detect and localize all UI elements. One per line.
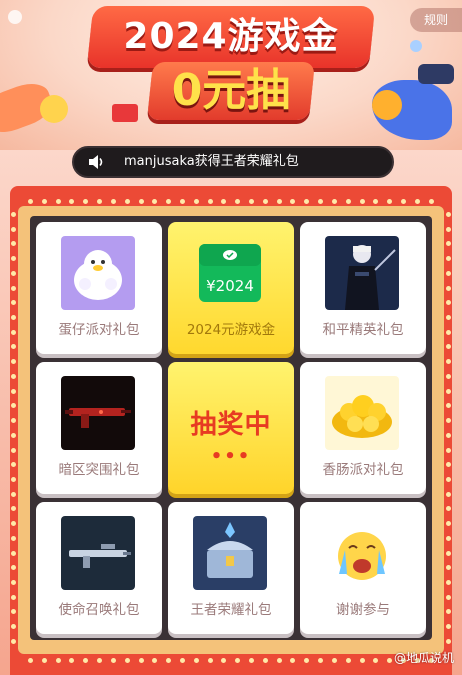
prize-label: 暗区突围礼包	[58, 462, 140, 478]
ticker-text: manjusaka获得王者荣耀礼包	[124, 154, 299, 169]
prize-grid: 蛋仔派对礼包 ¥2024 2024元游戏金 和平精英礼包 暗区突围礼包 抽奖中 …	[30, 216, 432, 640]
call-of-duty-weapon-icon	[61, 516, 135, 590]
sparkle-icon	[8, 10, 22, 24]
arena-breakout-rifle-icon	[61, 376, 135, 450]
winner-ticker: manjusaka获得王者荣耀礼包	[72, 146, 394, 178]
sausage-party-gold-icon	[325, 376, 399, 450]
header-banner: 2024游戏金 0元抽 规则	[0, 0, 462, 150]
frame-lights-right	[444, 206, 452, 650]
prize-label: 香肠派对礼包	[322, 462, 404, 478]
prize-label: 蛋仔派对礼包	[58, 322, 140, 338]
rules-button[interactable]: 规则	[410, 8, 462, 32]
prize-cell-honor-of-kings[interactable]: 王者荣耀礼包	[168, 502, 294, 634]
wechat-pay-card-icon: ¥2024	[193, 236, 267, 310]
prize-label: 和平精英礼包	[322, 322, 404, 338]
bubble-decoration-icon	[410, 40, 422, 52]
watermark: @地瓜说机	[393, 651, 454, 665]
prize-label: 使命召唤礼包	[58, 602, 140, 618]
loading-dots-icon: •••	[210, 446, 252, 467]
card-amount: ¥2024	[206, 277, 254, 295]
prize-cell-peace-elite[interactable]: 和平精英礼包	[300, 222, 426, 354]
gold-coin-decoration-icon	[372, 90, 402, 120]
prize-cell-call-of-duty[interactable]: 使命召唤礼包	[36, 502, 162, 634]
prize-label: 王者荣耀礼包	[190, 602, 272, 618]
red-envelope-icon	[112, 104, 138, 122]
prize-label: 谢谢参与	[336, 602, 390, 618]
draw-button[interactable]: 抽奖中 •••	[168, 362, 294, 494]
peace-elite-character-icon	[325, 236, 399, 310]
crying-face-icon	[325, 516, 399, 590]
page-title-main: 0元抽	[171, 65, 291, 116]
speaker-icon	[89, 155, 103, 169]
prize-cell-thanks[interactable]: 谢谢参与	[300, 502, 426, 634]
frame-lights-left	[9, 206, 17, 650]
prize-cell-sausage-party[interactable]: 香肠派对礼包	[300, 362, 426, 494]
prize-cell-eggy-party[interactable]: 蛋仔派对礼包	[36, 222, 162, 354]
honor-of-kings-chest-icon	[193, 516, 267, 590]
frame-lights-bottom	[24, 656, 438, 664]
prize-cell-arena-breakout[interactable]: 暗区突围礼包	[36, 362, 162, 494]
coin-decoration-icon	[40, 95, 68, 123]
game-console-icon	[418, 64, 454, 84]
frame-lights-top	[24, 197, 438, 205]
prize-cell-game-gold[interactable]: ¥2024 2024元游戏金	[168, 222, 294, 354]
prize-label: 2024元游戏金	[186, 322, 276, 338]
page-title-year: 2024游戏金	[123, 16, 339, 57]
draw-button-label: 抽奖中	[190, 410, 272, 440]
eggy-party-mascot-icon	[61, 236, 135, 310]
